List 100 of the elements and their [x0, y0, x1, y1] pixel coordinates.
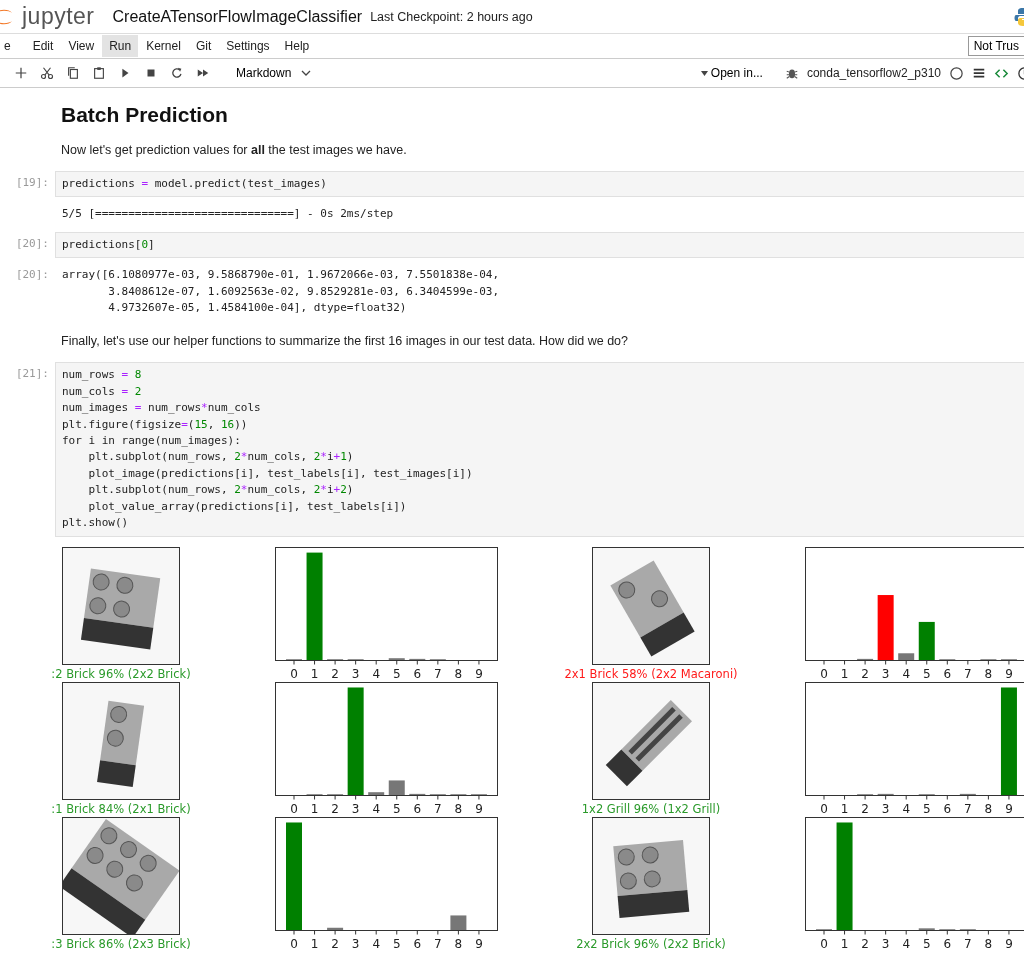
cell-prompt: [21]:	[14, 366, 50, 381]
tick-label: 2	[331, 801, 339, 816]
code-cell[interactable]	[55, 362, 1024, 537]
cell-prompt: [20]:	[14, 267, 50, 282]
cell-type-dropdown[interactable]: Markdown	[230, 65, 318, 81]
bar	[898, 652, 915, 660]
code-line: plot_value_array(predictions[i], test_labels[i])	[87, 498, 408, 515]
menu-item[interactable]: Git	[188, 35, 219, 57]
caret-icon	[301, 69, 312, 77]
tick-label: 5	[392, 801, 401, 816]
tick-label: 7	[434, 801, 442, 816]
kernel-name[interactable]: conda_tensorflow2_p310	[806, 66, 941, 80]
tick-label: 3	[351, 801, 360, 816]
tick-label: 6	[943, 936, 952, 951]
markdown-text: Finally, let's use our helper functions to summarize the first 16 images in our test data. How did we do?	[61, 334, 629, 349]
section-heading: Batch Prediction	[61, 102, 229, 128]
tick-label: 9	[1005, 801, 1013, 816]
menu-item[interactable]: e	[0, 35, 18, 57]
code-line: predictions[0]	[62, 236, 156, 253]
tick-label: 3	[351, 666, 360, 681]
caret-icon	[700, 70, 708, 76]
menu-item[interactable]: Kernel	[139, 35, 188, 57]
tick-label: 4	[902, 801, 910, 816]
tick-label: 8	[984, 666, 993, 681]
tick-label: 9	[475, 936, 483, 951]
tick-label: 1	[840, 936, 849, 951]
prediction-caption: :2 Brick 96% (2x2 Brick)	[51, 666, 191, 681]
menu-item[interactable]: Run	[102, 35, 139, 57]
tick-label: 3	[351, 936, 360, 951]
tick-label: 1	[840, 666, 849, 681]
tick-label: 3	[881, 666, 890, 681]
output-line: 3.8408612e-07, 1.6092563e-02, 9.8529281e-03, 6.3404599e-03,	[107, 283, 501, 300]
tick-label: 5	[922, 666, 931, 681]
code-line: num_rows = 8	[62, 367, 143, 384]
open-in-button[interactable]: Open in...	[694, 65, 769, 81]
menu-icon	[972, 66, 986, 80]
bar	[388, 779, 405, 795]
markdown-text: Now let's get prediction values for all the test images we have.	[61, 143, 408, 157]
tick-label: 4	[372, 936, 380, 951]
tick-label: 1	[310, 666, 319, 681]
code-line: plt.show()	[62, 515, 130, 532]
tick-label: 7	[434, 936, 442, 951]
tick-label: 5	[922, 801, 931, 816]
code-line: plt.subplot(num_rows, 2*num_cols, 2*i+2)	[87, 482, 355, 499]
prediction-caption: 2x2 Brick 96% (2x2 Brick)	[576, 936, 726, 951]
notebook-title[interactable]: CreateATensorFlowImageClassifier	[112, 7, 363, 26]
menu-item[interactable]: Edit	[25, 35, 61, 57]
tick-label: 9	[1005, 666, 1013, 681]
tick-label: 0	[290, 666, 298, 681]
tick-label: 0	[820, 666, 828, 681]
output-line: 4.9732607e-05, 1.4584100e-04], dtype=float32)	[107, 300, 408, 317]
tick-label: 4	[902, 936, 910, 951]
tick-label: 3	[881, 936, 890, 951]
tick-label: 8	[454, 936, 463, 951]
tick-label: 0	[820, 801, 828, 816]
code-line: for i in range(num_images):	[62, 433, 242, 450]
tick-label: 6	[413, 936, 422, 951]
tick-label: 6	[943, 666, 952, 681]
tick-label: 0	[290, 936, 298, 951]
tick-label: 1	[310, 936, 319, 951]
checkpoint-status: Last Checkpoint: 2 hours ago	[370, 9, 533, 24]
tick-label: 9	[1005, 936, 1013, 951]
cell-prompt: [19]:	[14, 175, 50, 189]
menu-item[interactable]: Help	[277, 35, 317, 57]
bar	[918, 621, 935, 660]
tick-label: 2	[331, 666, 339, 681]
prediction-caption: :1 Brick 84% (2x1 Brick)	[51, 801, 191, 816]
tick-label: 5	[392, 666, 401, 681]
menu-item[interactable]: View	[61, 35, 102, 57]
output-line: array([6.1080977e-03, 9.5868790e-01, 1.9672066e-03, 7.5501838e-04,	[62, 267, 501, 284]
output-line: 5/5 [==============================] - 0s 2ms/step	[62, 206, 395, 223]
code-line: num_cols = 2	[62, 383, 143, 400]
tick-label: 4	[902, 666, 910, 681]
tick-label: 7	[434, 666, 442, 681]
code-cell[interactable]: predictions = model.predict(test_images)	[55, 171, 1024, 198]
code-line: plot_image(predictions[i], test_labels[i], test_images[i])	[87, 465, 474, 482]
tick-label: 2	[331, 936, 339, 951]
tick-label: 7	[964, 666, 972, 681]
kernel-status-icon	[949, 65, 964, 81]
tick-label: 0	[290, 801, 298, 816]
bar	[368, 791, 385, 795]
tick-label: 8	[984, 936, 993, 951]
tick-label: 0	[820, 936, 828, 951]
code-cell[interactable]: predictions[0]	[55, 231, 1024, 259]
tick-label: 1	[840, 801, 849, 816]
trust-button[interactable]: Not Trus	[967, 36, 1024, 56]
prediction-caption: 2x1 Brick 58% (2x2 Macaroni)	[564, 666, 738, 681]
tick-label: 6	[413, 666, 422, 681]
prediction-caption: :3 Brick 86% (2x3 Brick)	[51, 936, 191, 951]
tick-label: 2	[861, 666, 869, 681]
tick-label: 8	[454, 666, 463, 681]
tick-label: 8	[454, 801, 463, 816]
tick-label: 4	[372, 801, 380, 816]
bar	[918, 927, 935, 930]
menu-item[interactable]: Settings	[219, 35, 277, 57]
bar	[450, 914, 467, 930]
tick-label: 8	[984, 801, 993, 816]
prediction-caption: 1x2 Grill 96% (1x2 Grill)	[581, 801, 721, 816]
tick-label: 6	[413, 801, 422, 816]
tick-label: 7	[964, 936, 972, 951]
